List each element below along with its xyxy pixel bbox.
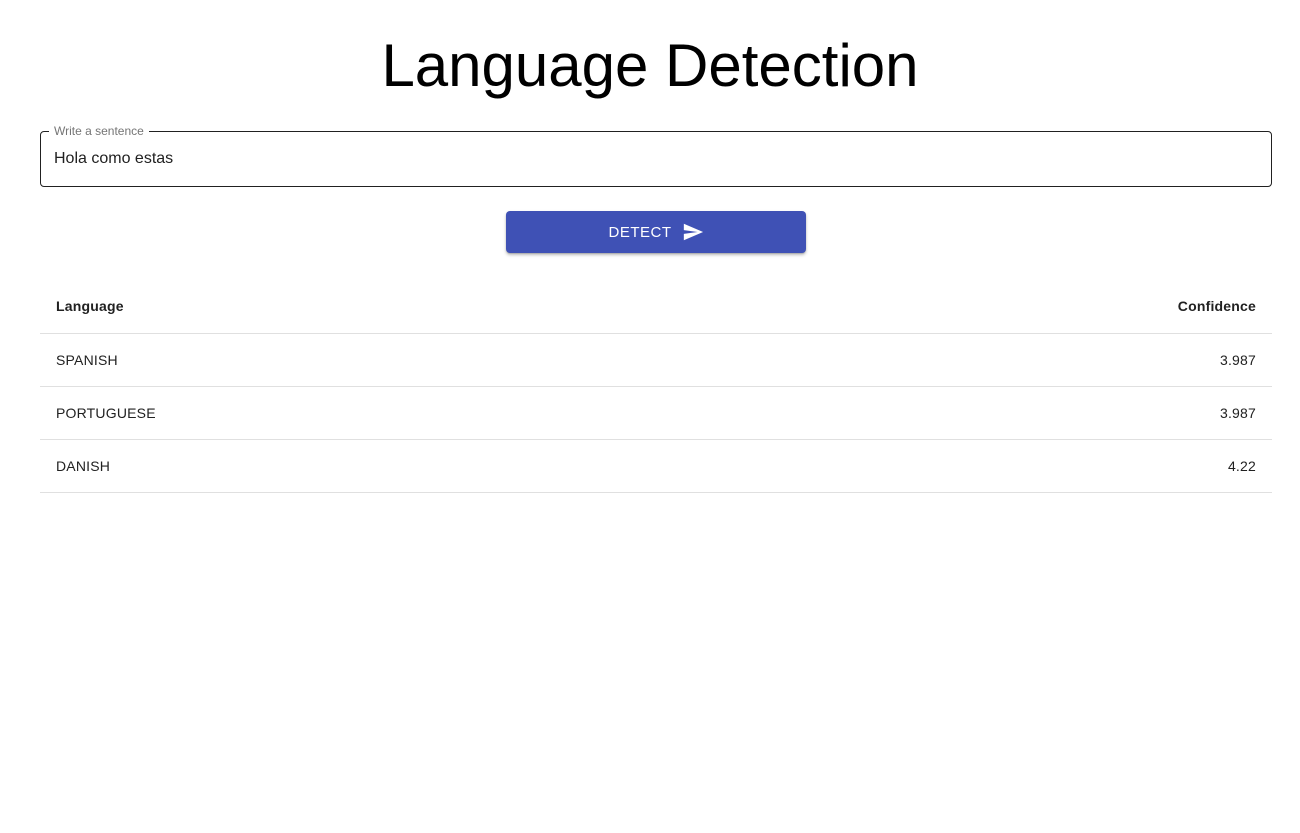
table-header-row: Language Confidence (40, 279, 1272, 334)
table-row: SPANISH 3.987 (40, 333, 1272, 387)
page-title: Language Detection (381, 32, 919, 99)
detect-button-label: DETECT (608, 223, 672, 241)
app-root: Language Detection Write a sentence DETE… (0, 0, 1300, 833)
sentence-input[interactable] (54, 132, 1254, 186)
table-row: PORTUGUESE 3.987 (40, 386, 1272, 440)
results-table: Language Confidence SPANISH 3.987 PORTUG… (40, 279, 1272, 493)
table-row: DANISH 4.22 (40, 439, 1272, 493)
confidence-cell: 3.987 (710, 333, 1272, 387)
detect-button[interactable]: DETECT (506, 211, 806, 253)
send-icon (682, 221, 704, 243)
sentence-field[interactable]: Write a sentence (40, 124, 1272, 187)
column-header-confidence: Confidence (710, 279, 1272, 334)
confidence-cell: 3.987 (710, 386, 1272, 440)
confidence-cell: 4.22 (710, 439, 1272, 493)
language-cell: SPANISH (40, 333, 711, 387)
column-header-language: Language (40, 279, 711, 334)
language-cell: PORTUGUESE (40, 386, 711, 440)
language-cell: DANISH (40, 439, 711, 493)
